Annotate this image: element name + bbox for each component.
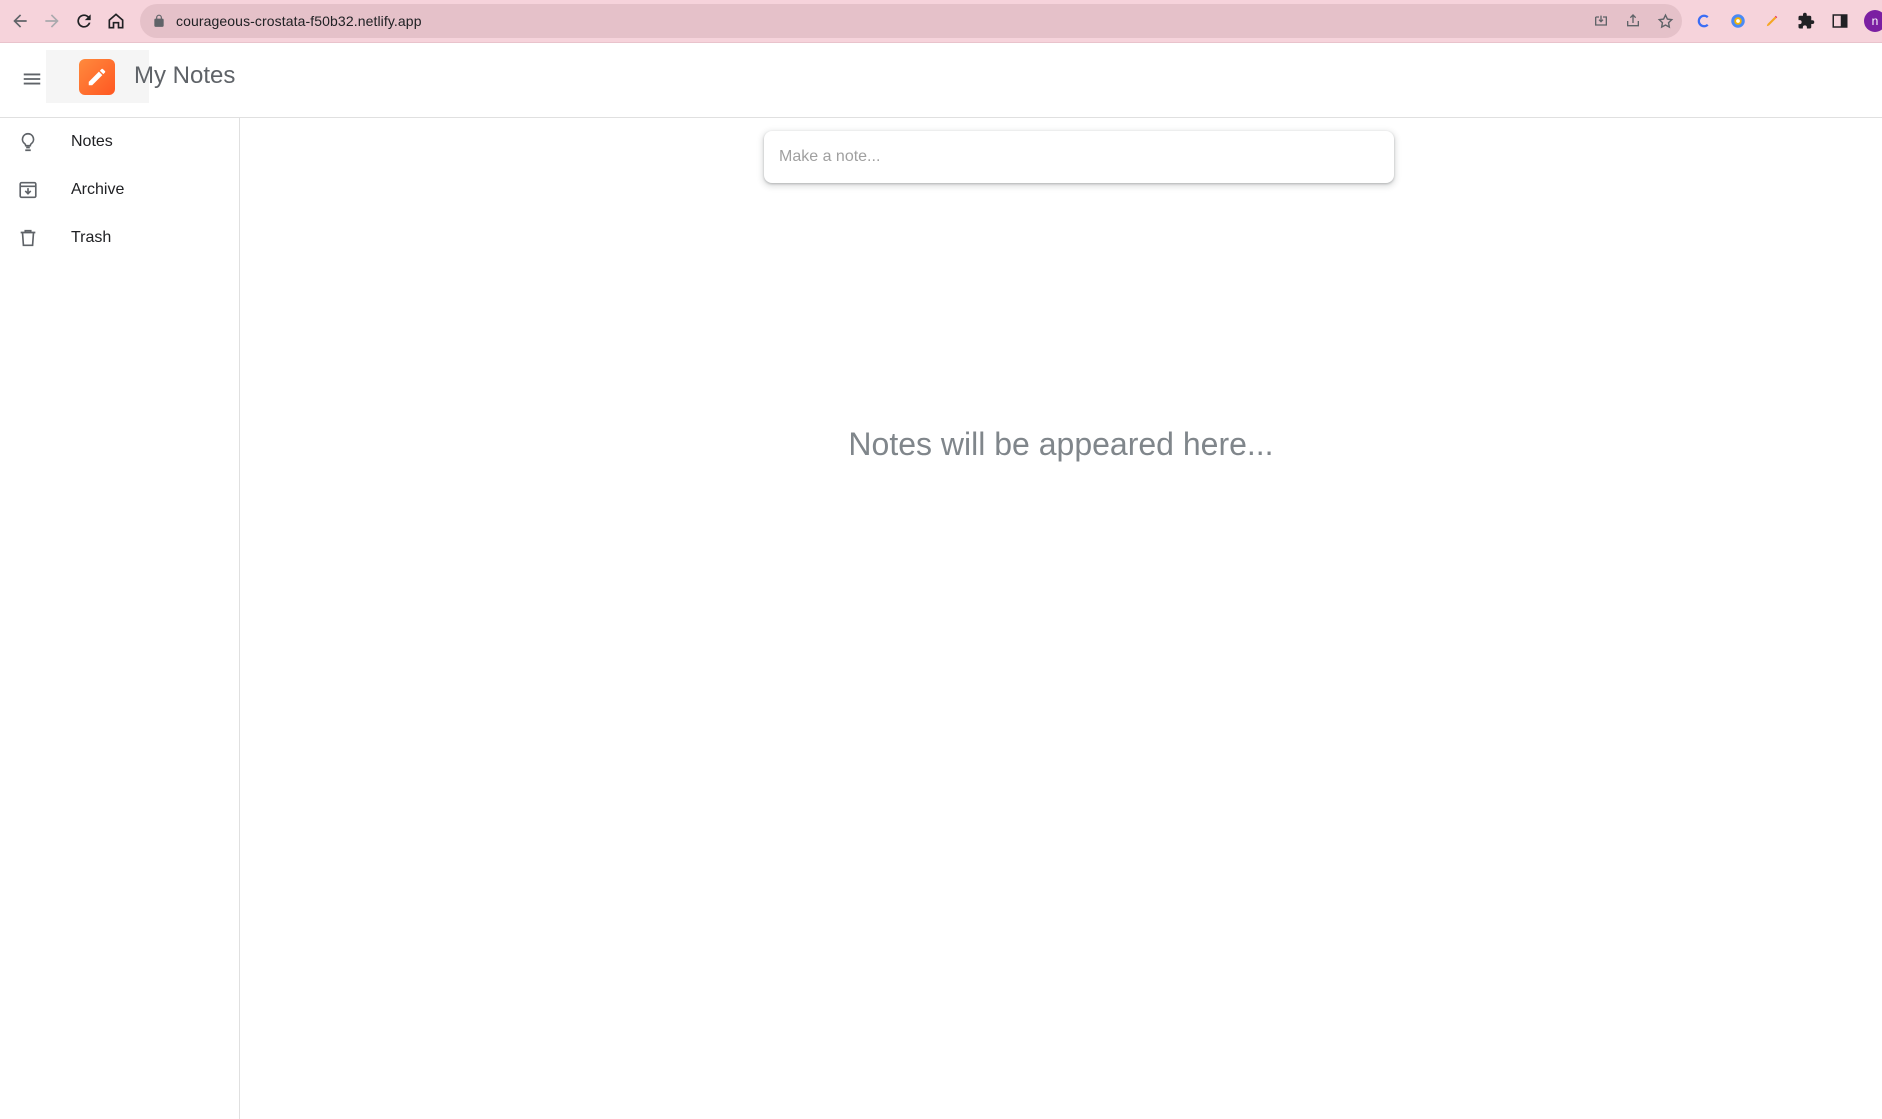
sidebar-item-trash[interactable]: Trash xyxy=(0,214,239,262)
pencil-icon xyxy=(88,68,106,86)
url-text: courageous-crostata-f50b32.netlify.app xyxy=(176,13,422,29)
make-note-input[interactable] xyxy=(764,131,1394,183)
home-button[interactable] xyxy=(100,5,132,37)
sidebar-item-notes[interactable]: Notes xyxy=(0,118,239,166)
side-panel-icon[interactable] xyxy=(1830,11,1850,31)
app-header: My Notes xyxy=(0,43,1882,118)
extensions-puzzle-icon[interactable] xyxy=(1796,11,1816,31)
sidebar: Notes Archive Trash xyxy=(0,118,240,1119)
share-icon[interactable] xyxy=(1624,12,1642,30)
arrow-left-icon xyxy=(13,14,27,28)
extension-c-icon[interactable] xyxy=(1694,11,1714,31)
profile-avatar[interactable]: n xyxy=(1864,10,1882,32)
extension-circle-icon[interactable] xyxy=(1728,11,1748,31)
home-icon xyxy=(108,13,124,29)
app-logo xyxy=(79,59,115,95)
lock-icon xyxy=(152,14,166,28)
empty-state-message: Notes will be appeared here... xyxy=(848,426,1274,462)
back-button[interactable] xyxy=(4,5,36,37)
arrow-right-icon xyxy=(45,14,59,28)
trash-icon xyxy=(16,226,40,250)
sidebar-item-label: Trash xyxy=(71,229,112,246)
reload-button[interactable] xyxy=(68,5,100,37)
archive-icon xyxy=(16,178,40,202)
bookmark-star-icon[interactable] xyxy=(1656,12,1674,30)
note-composer xyxy=(764,131,1394,183)
forward-button[interactable] xyxy=(36,5,68,37)
browser-toolbar: courageous-crostata-f50b32.netlify.app n xyxy=(0,0,1882,43)
menu-button[interactable] xyxy=(14,61,50,97)
reload-icon xyxy=(77,14,91,28)
hamburger-menu-icon xyxy=(23,73,41,85)
sidebar-item-label: Archive xyxy=(71,181,125,198)
sidebar-item-archive[interactable]: Archive xyxy=(0,166,239,214)
install-app-icon[interactable] xyxy=(1592,12,1610,30)
lightbulb-icon xyxy=(16,130,40,154)
sidebar-item-label: Notes xyxy=(71,133,113,150)
main-content: Notes will be appeared here... xyxy=(240,118,1882,1119)
extension-pencil-icon[interactable] xyxy=(1762,11,1782,31)
address-bar[interactable]: courageous-crostata-f50b32.netlify.app xyxy=(140,4,1682,38)
app-title: My Notes xyxy=(134,62,236,89)
